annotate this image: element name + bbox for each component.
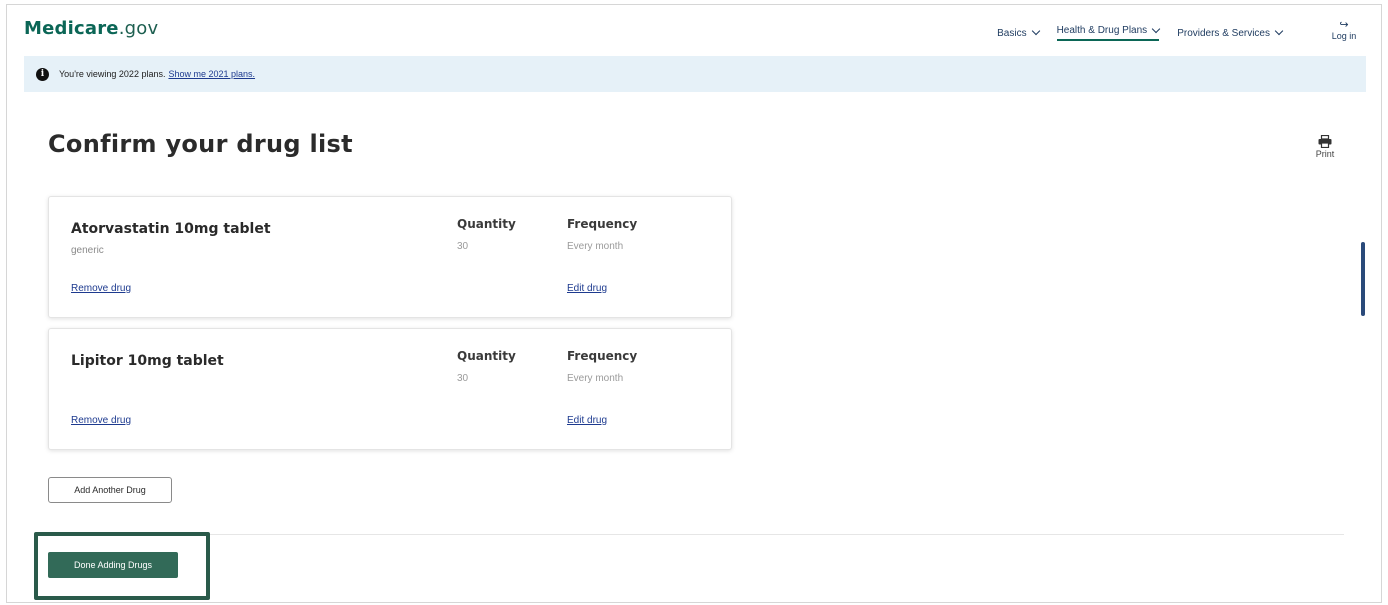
drug-type: generic xyxy=(71,245,104,256)
show-2021-plans-link[interactable]: Show me 2021 plans. xyxy=(168,69,255,79)
drug-card: Lipitor 10mg tablet Quantity 30 Frequenc… xyxy=(48,328,732,450)
quantity-label: Quantity xyxy=(457,349,516,363)
info-icon: i xyxy=(36,67,49,81)
nav-providers-services-label: Providers & Services xyxy=(1177,27,1270,39)
frequency-label: Frequency xyxy=(567,217,638,231)
nav-basics-label: Basics xyxy=(997,27,1027,39)
remove-drug-link[interactable]: Remove drug xyxy=(71,283,131,294)
quantity-value: 30 xyxy=(457,241,469,252)
print-icon xyxy=(1318,135,1332,148)
frequency-value: Every month xyxy=(567,241,624,252)
main-nav: Basics Health & Drug Plans Providers & S… xyxy=(997,24,1284,41)
login-button[interactable]: ↪ Log in xyxy=(1326,19,1362,42)
add-another-drug-button[interactable]: Add Another Drug xyxy=(48,477,172,503)
done-adding-drugs-button[interactable]: Done Adding Drugs xyxy=(48,552,178,578)
nav-health-drug-plans-label: Health & Drug Plans xyxy=(1056,25,1148,36)
print-label: Print xyxy=(1315,149,1335,159)
section-divider xyxy=(48,534,1344,535)
logo-tld: .gov xyxy=(118,18,159,39)
nav-basics[interactable]: Basics xyxy=(997,25,1040,41)
frequency-label: Frequency xyxy=(567,349,638,363)
medicare-logo[interactable]: Medicare.gov xyxy=(24,18,158,39)
plan-year-banner: i You're viewing 2022 plans. Show me 202… xyxy=(24,56,1366,92)
drug-name: Atorvastatin 10mg tablet xyxy=(71,221,271,237)
scrollbar-thumb[interactable] xyxy=(1361,242,1365,316)
chevron-down-icon xyxy=(1151,24,1161,33)
frequency-value: Every month xyxy=(567,373,624,384)
site-header: Medicare.gov Basics Health & Drug Plans … xyxy=(24,12,1366,52)
page-title: Confirm your drug list xyxy=(48,130,353,158)
quantity-value: 30 xyxy=(457,373,469,384)
edit-drug-link[interactable]: Edit drug xyxy=(567,283,607,294)
login-label: Log in xyxy=(1331,31,1357,41)
nav-providers-services[interactable]: Providers & Services xyxy=(1177,25,1284,41)
login-icon: ↪ xyxy=(1339,19,1349,31)
drug-name: Lipitor 10mg tablet xyxy=(71,353,224,369)
chevron-down-icon xyxy=(1031,26,1040,36)
remove-drug-link[interactable]: Remove drug xyxy=(71,415,131,426)
nav-health-drug-plans[interactable]: Health & Drug Plans xyxy=(1056,24,1161,41)
print-button[interactable]: Print xyxy=(1310,135,1340,159)
banner-text: You're viewing 2022 plans. xyxy=(59,69,166,79)
logo-brand: Medicare xyxy=(24,18,119,39)
chevron-down-icon xyxy=(1274,26,1284,36)
drug-card: Atorvastatin 10mg tablet generic Quantit… xyxy=(48,196,732,318)
edit-drug-link[interactable]: Edit drug xyxy=(567,415,607,426)
quantity-label: Quantity xyxy=(457,217,516,231)
